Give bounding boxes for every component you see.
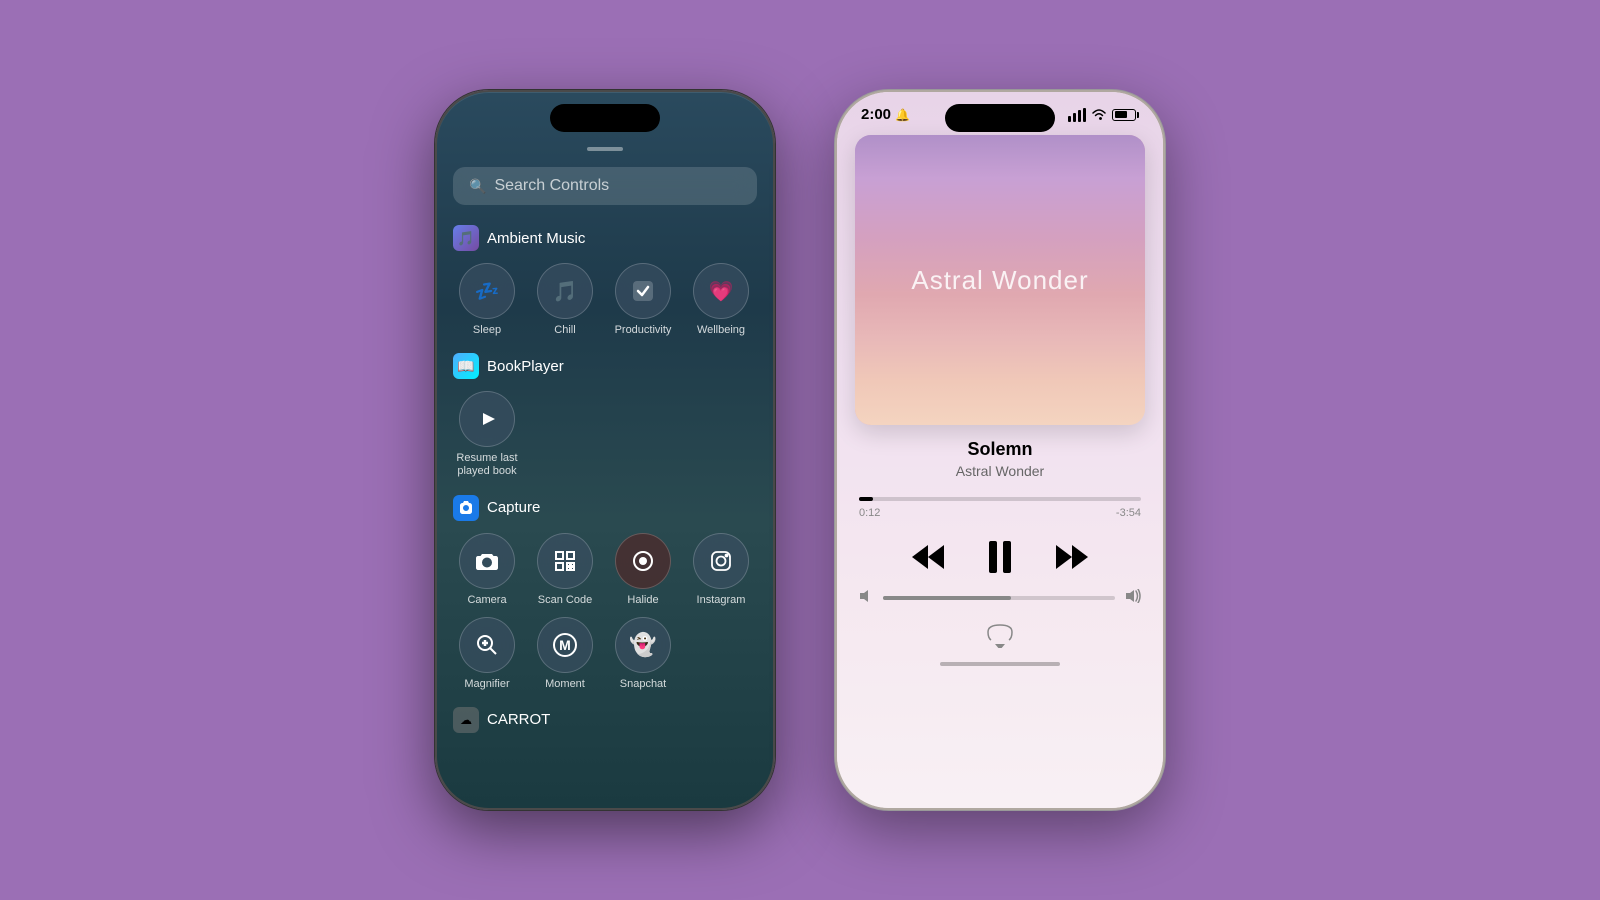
capture-header: Capture (453, 495, 757, 521)
moment-label: Moment (545, 678, 585, 691)
capture-section-icon (453, 495, 479, 521)
dynamic-island (550, 104, 660, 132)
list-item[interactable]: Halide (609, 533, 677, 607)
alarm-icon: 🔔 (895, 108, 910, 122)
magnifier-label: Magnifier (464, 678, 509, 691)
volume-fill (883, 596, 1011, 600)
capture-title: Capture (487, 499, 540, 516)
capture-icons-grid: Camera (453, 533, 757, 691)
bookplayer-title: BookPlayer (487, 358, 564, 375)
volume-high-icon (1125, 589, 1141, 606)
list-item[interactable]: Instagram (687, 533, 755, 607)
search-placeholder: Search Controls (494, 177, 609, 195)
moment-icon: M (537, 617, 593, 673)
bookplayer-section-icon: 📖 (453, 353, 479, 379)
bookplayer-icons-grid: Resume last played book (453, 391, 757, 478)
ambient-header: 🎵 Ambient Music (453, 225, 757, 251)
section-ambient: 🎵 Ambient Music 💤 Sleep 🎵 Chill (453, 225, 757, 337)
halide-icon (615, 533, 671, 589)
power-button-2[interactable] (1163, 222, 1165, 287)
carrot-title: CARROT (487, 711, 550, 728)
section-capture: Capture Camera (453, 495, 757, 691)
signal-icon (1068, 108, 1086, 122)
bookplayer-header: 📖 BookPlayer (453, 353, 757, 379)
progress-bar[interactable] (859, 497, 1141, 501)
list-item[interactable]: M Moment (531, 617, 599, 691)
list-item[interactable]: Magnifier (453, 617, 521, 691)
section-bookplayer: 📖 BookPlayer Resume last played book (453, 353, 757, 478)
drag-handle (587, 147, 623, 151)
ambient-icons-grid: 💤 Sleep 🎵 Chill (453, 263, 757, 337)
ambient-title: Ambient Music (487, 230, 585, 247)
magnifier-icon (459, 617, 515, 673)
wellbeing-label: Wellbeing (697, 324, 745, 337)
list-item[interactable]: 👻 Snapchat (609, 617, 677, 691)
play-icon (459, 391, 515, 447)
snapchat-icon: 👻 (615, 617, 671, 673)
progress-times: 0:12 -3:54 (859, 507, 1141, 519)
progress-section[interactable]: 0:12 -3:54 (837, 489, 1163, 523)
album-art: Astral Wonder (855, 135, 1145, 425)
carrot-section-icon: ☁ (453, 707, 479, 733)
progress-fill (859, 497, 873, 501)
song-artist: Astral Wonder (857, 463, 1143, 479)
control-center-screen: 🔍 Search Controls 🎵 Ambient Music 💤 Slee… (437, 92, 773, 808)
productivity-label: Productivity (615, 324, 672, 337)
current-time: 0:12 (859, 507, 880, 519)
pause-button[interactable] (986, 539, 1014, 575)
search-icon: 🔍 (469, 178, 486, 195)
dynamic-island-2 (945, 104, 1055, 132)
rewind-button[interactable] (910, 543, 946, 571)
home-indicator (940, 662, 1060, 666)
music-player-screen: 2:00 🔔 (837, 92, 1163, 808)
remaining-time: -3:54 (1116, 507, 1141, 519)
song-title: Solemn (857, 439, 1143, 460)
power-button[interactable] (773, 222, 775, 287)
list-item[interactable]: Productivity (609, 263, 677, 337)
phone-1: 🔍 Search Controls 🎵 Ambient Music 💤 Slee… (435, 90, 775, 810)
list-item[interactable]: Scan Code (531, 533, 599, 607)
resume-label: Resume last played book (453, 452, 521, 478)
section-carrot: ☁ CARROT (453, 707, 757, 733)
song-info: Solemn Astral Wonder (837, 439, 1163, 489)
search-controls-bar[interactable]: 🔍 Search Controls (453, 167, 757, 205)
sleep-label: Sleep (473, 324, 501, 337)
album-gradient: Astral Wonder (855, 135, 1145, 425)
battery-indicator (1112, 109, 1139, 121)
wifi-icon (1091, 108, 1107, 122)
volume-low-icon (859, 589, 873, 606)
camera-label: Camera (467, 594, 506, 607)
volume-section[interactable] (837, 589, 1163, 622)
list-item[interactable]: Camera (453, 533, 521, 607)
airplay-section[interactable] (837, 622, 1163, 658)
status-icons (1068, 108, 1139, 122)
scancode-label: Scan Code (538, 594, 592, 607)
phone-2: 2:00 🔔 (835, 90, 1165, 810)
album-overlay-title: Astral Wonder (911, 265, 1088, 296)
home-indicator-container (837, 658, 1163, 674)
status-time: 2:00 (861, 106, 891, 123)
instagram-icon (693, 533, 749, 589)
chill-icon: 🎵 (537, 263, 593, 319)
sleep-icon: 💤 (459, 263, 515, 319)
forward-button[interactable] (1054, 543, 1090, 571)
halide-label: Halide (627, 594, 658, 607)
phones-container: 🔍 Search Controls 🎵 Ambient Music 💤 Slee… (435, 90, 1165, 810)
list-item[interactable]: 💤 Sleep (453, 263, 521, 337)
list-item[interactable]: 💗 Wellbeing (687, 263, 755, 337)
volume-bar[interactable] (883, 596, 1115, 600)
productivity-icon (615, 263, 671, 319)
scancode-icon (537, 533, 593, 589)
chill-label: Chill (554, 324, 575, 337)
playback-controls (837, 523, 1163, 589)
instagram-label: Instagram (697, 594, 746, 607)
ambient-icon: 🎵 (453, 225, 479, 251)
wellbeing-icon: 💗 (693, 263, 749, 319)
snapchat-label: Snapchat (620, 678, 666, 691)
list-item[interactable]: Resume last played book (453, 391, 521, 478)
svg-text:M: M (559, 637, 571, 653)
camera-icon (459, 533, 515, 589)
list-item[interactable]: 🎵 Chill (531, 263, 599, 337)
carrot-header: ☁ CARROT (453, 707, 757, 733)
